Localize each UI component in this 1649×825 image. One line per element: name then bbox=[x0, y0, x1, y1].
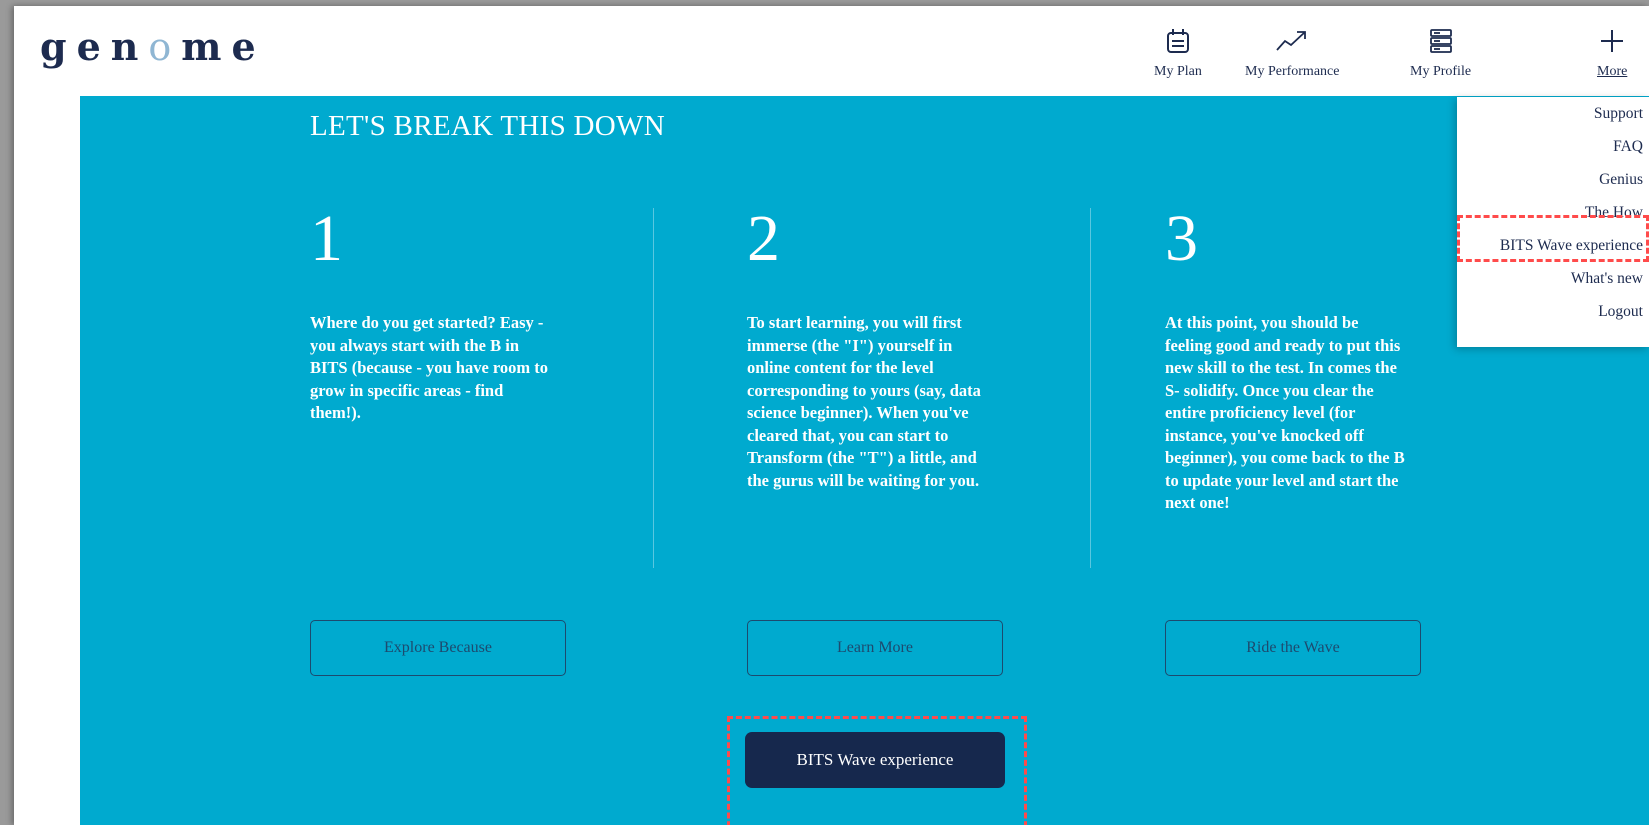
menu-item-the-how[interactable]: The How bbox=[1585, 204, 1643, 222]
more-menu-dropdown: Support FAQ Genius The How BITS Wave exp… bbox=[1457, 97, 1649, 347]
ride-the-wave-button[interactable]: Ride the Wave bbox=[1165, 620, 1421, 676]
menu-item-bits-wave-experience[interactable]: BITS Wave experience bbox=[1500, 237, 1643, 255]
nav-more[interactable]: More bbox=[1597, 24, 1627, 80]
step-description: To start learning, you will first immers… bbox=[747, 313, 981, 490]
step-number: 3 bbox=[1165, 202, 1198, 275]
trend-up-icon bbox=[1275, 24, 1309, 58]
genome-logo[interactable]: genome bbox=[40, 24, 266, 69]
menu-item-faq[interactable]: FAQ bbox=[1613, 138, 1643, 156]
nav-my-plan[interactable]: My Plan bbox=[1154, 24, 1202, 80]
step-description: Where do you get started? Easy - you alw… bbox=[310, 313, 549, 422]
nav-label: More bbox=[1597, 64, 1628, 79]
menu-item-logout[interactable]: Logout bbox=[1598, 303, 1643, 321]
step-1: 1 Where do you get started? Easy - you a… bbox=[310, 206, 620, 425]
app-window: genome My Plan My Performance My Profile… bbox=[14, 6, 1649, 825]
hero-title: LET'S BREAK THIS DOWN bbox=[310, 110, 665, 142]
nav-label: My Performance bbox=[1245, 64, 1340, 79]
nav-my-profile[interactable]: My Profile bbox=[1410, 24, 1471, 80]
bits-wave-experience-button[interactable]: BITS Wave experience bbox=[745, 732, 1005, 788]
menu-item-whats-new[interactable]: What's new bbox=[1571, 270, 1643, 288]
column-divider bbox=[1090, 208, 1091, 568]
nav-label: My Profile bbox=[1410, 64, 1472, 79]
nav-my-performance[interactable]: My Performance bbox=[1245, 24, 1339, 80]
step-number: 2 bbox=[747, 202, 780, 275]
plus-icon bbox=[1600, 24, 1624, 58]
top-header: genome My Plan My Performance My Profile… bbox=[14, 6, 1649, 96]
step-3: 3 At this point, you should be feeling g… bbox=[1165, 206, 1475, 515]
step-2: 2 To start learning, you will first imme… bbox=[747, 206, 1057, 492]
learn-more-button[interactable]: Learn More bbox=[747, 620, 1003, 676]
profile-icon bbox=[1429, 24, 1453, 58]
explore-because-button[interactable]: Explore Because bbox=[310, 620, 566, 676]
menu-item-support[interactable]: Support bbox=[1594, 105, 1643, 123]
calendar-icon bbox=[1166, 24, 1190, 58]
step-number: 1 bbox=[310, 202, 343, 275]
hero-section: LET'S BREAK THIS DOWN 1 Where do you get… bbox=[80, 96, 1649, 825]
column-divider bbox=[653, 208, 654, 568]
menu-item-genius[interactable]: Genius bbox=[1599, 171, 1643, 189]
step-description: At this point, you should be feeling goo… bbox=[1165, 313, 1405, 512]
nav-label: My Plan bbox=[1154, 64, 1202, 79]
